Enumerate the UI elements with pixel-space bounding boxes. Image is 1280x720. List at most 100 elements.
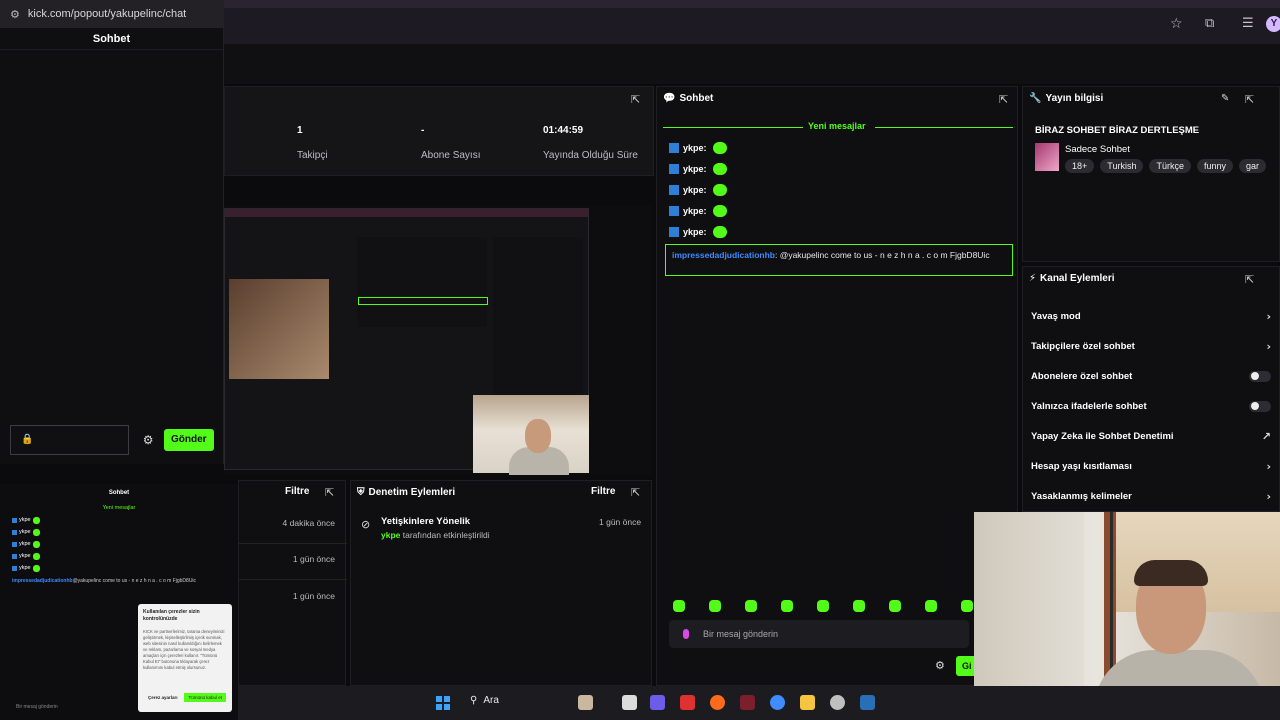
chat-message[interactable]: ykpe: — [669, 140, 727, 156]
popout-icon[interactable]: ⇱ — [325, 486, 334, 499]
mod-entry-suffix: tarafından etkinleştirildi — [400, 530, 490, 540]
task-view-icon[interactable] — [622, 695, 637, 710]
mod-entry-user[interactable]: ykpe — [381, 530, 400, 540]
profile-avatar[interactable]: Y — [1266, 16, 1280, 32]
new-messages-label: Yeni mesajlar — [808, 121, 866, 131]
tag[interactable]: funny — [1196, 159, 1233, 173]
popout-url-bar[interactable]: ⚙ kick.com/popout/yakupelinc/chat — [0, 0, 223, 28]
popout-icon[interactable]: ⇱ — [1245, 93, 1254, 106]
spam-username[interactable]: impressedadjudicationhb — [672, 250, 775, 260]
chat-username[interactable]: ykpe: — [683, 206, 707, 216]
chat-username[interactable]: ykpe: — [683, 143, 707, 153]
windows-start-icon[interactable] — [436, 696, 450, 710]
chat-message[interactable]: ykpe: — [669, 224, 727, 240]
mini-username: ykpe — [19, 553, 31, 559]
stream-preview[interactable] — [224, 205, 652, 475]
popout-icon[interactable]: ⇱ — [631, 486, 640, 499]
emote-icon[interactable] — [961, 600, 973, 612]
copilot-icon[interactable] — [650, 695, 665, 710]
bookmark-star-icon[interactable]: ☆ — [1170, 16, 1186, 32]
action-emotes-only[interactable]: Yalnızca ifadelerle sohbet — [1031, 398, 1271, 414]
steam-icon[interactable] — [860, 695, 875, 710]
emote-icon[interactable] — [781, 600, 793, 612]
moderation-title-text: Denetim Eylemleri — [368, 487, 456, 498]
popout-icon[interactable]: ⇱ — [1245, 273, 1254, 286]
emote-icon — [32, 528, 40, 536]
category-thumbnail — [1035, 143, 1059, 171]
filter-button[interactable]: Filtre — [285, 486, 309, 497]
send-button[interactable]: Gi — [956, 656, 974, 676]
cookie-settings-button[interactable]: Çerez ayarları — [148, 695, 178, 700]
badge-icon — [669, 206, 679, 216]
toggle-switch[interactable] — [1249, 400, 1271, 412]
app-icon[interactable] — [680, 695, 695, 710]
chat-message[interactable]: ykpe: — [669, 161, 727, 177]
chevron-right-icon: › — [1266, 339, 1271, 353]
mini-new-messages: Yeni mesajlar — [102, 505, 136, 511]
stats-panel: ⇱ 1 Takipçi - Abone Sayısı 01:44:59 Yayı… — [224, 86, 654, 176]
mod-entry-time: 1 gün önce — [599, 517, 642, 527]
action-slow-mode[interactable]: Yavaş mod › — [1031, 308, 1271, 324]
popout-chat-input[interactable]: 🔒 — [10, 425, 129, 455]
mini-username: ykpe — [19, 565, 31, 571]
toggle-switch[interactable] — [1249, 370, 1271, 382]
tag[interactable]: Turkish — [1100, 159, 1144, 173]
filter-button[interactable]: Filtre — [591, 486, 615, 497]
chat-settings-icon[interactable]: ⚙ — [935, 659, 945, 672]
tag[interactable]: 18+ — [1065, 159, 1095, 173]
person-hair — [1134, 560, 1208, 586]
app-icon[interactable] — [830, 695, 845, 710]
emote-icon[interactable] — [889, 600, 901, 612]
browser-menu-icon[interactable]: ☰ — [1242, 16, 1254, 31]
edit-icon[interactable]: ✎ — [1221, 93, 1229, 104]
chat-bubble-icon: 💬 — [663, 93, 676, 104]
shield-icon: ⛨ — [357, 487, 365, 498]
stat-label: Takipçi — [297, 150, 328, 161]
stat-value: 1 — [297, 125, 303, 136]
taskbar-search[interactable]: ⚲ Ara — [470, 695, 499, 706]
chat-settings-icon[interactable]: ⚙ — [143, 433, 154, 447]
chevron-right-icon: › — [1266, 489, 1271, 503]
tag[interactable]: Türkçe — [1149, 159, 1191, 173]
chat-input[interactable]: Bir mesaj gönderin — [669, 620, 969, 648]
emote-icon — [712, 142, 727, 154]
emote-icon[interactable] — [925, 600, 937, 612]
emote-icon[interactable] — [673, 600, 685, 612]
action-subscribers-only[interactable]: Abonelere özel sohbet — [1031, 368, 1271, 384]
popout-icon[interactable]: ⇱ — [631, 93, 640, 106]
new-messages-divider: Yeni mesajlar — [663, 121, 1013, 133]
popout-icon[interactable]: ⇱ — [999, 93, 1008, 106]
emote-icon[interactable] — [709, 600, 721, 612]
chat-username[interactable]: ykpe: — [683, 164, 707, 174]
popout-send-button[interactable]: Gönder — [163, 429, 214, 451]
app-icon[interactable] — [740, 695, 755, 710]
app-icon[interactable] — [710, 695, 725, 710]
chrome-icon[interactable] — [770, 695, 785, 710]
file-explorer-icon[interactable] — [800, 695, 815, 710]
action-account-age[interactable]: Hesap yaşı kısıtlaması › — [1031, 458, 1271, 474]
chat-message[interactable]: ykpe: — [669, 203, 727, 219]
emote-icon[interactable] — [817, 600, 829, 612]
emote-icon — [32, 552, 40, 560]
action-followers-only[interactable]: Takipçilere özel sohbet › — [1031, 338, 1271, 354]
chat-username[interactable]: ykpe: — [683, 227, 707, 237]
extensions-icon[interactable]: ⧉ — [1205, 16, 1214, 31]
spam-message[interactable]: impressedadjudicationhb: @yakupelinc com… — [665, 244, 1013, 276]
external-link-icon: ↗ — [1261, 429, 1271, 443]
tag[interactable]: gar — [1239, 159, 1267, 173]
site-settings-icon[interactable]: ⚙ — [10, 8, 20, 21]
emote-icon — [712, 163, 727, 175]
emote-icon — [32, 516, 40, 524]
action-banned-words[interactable]: Yasaklanmış kelimeler › — [1031, 488, 1271, 504]
cookie-accept-button[interactable]: Tümünü kabul et — [184, 693, 226, 702]
emote-bar — [673, 600, 973, 612]
chat-message[interactable]: ykpe: — [669, 182, 727, 198]
chat-username[interactable]: ykpe: — [683, 185, 707, 195]
action-label: Yapay Zeka ile Sohbet Denetimi — [1031, 430, 1174, 442]
emote-icon[interactable] — [745, 600, 757, 612]
emote-icon[interactable] — [853, 600, 865, 612]
stream-info-title: 🔧 Yayın bilgisi — [1029, 93, 1103, 104]
mic-icon — [683, 629, 689, 639]
widgets-icon[interactable] — [578, 695, 593, 710]
action-ai-moderation[interactable]: Yapay Zeka ile Sohbet Denetimi ↗ — [1031, 428, 1271, 444]
